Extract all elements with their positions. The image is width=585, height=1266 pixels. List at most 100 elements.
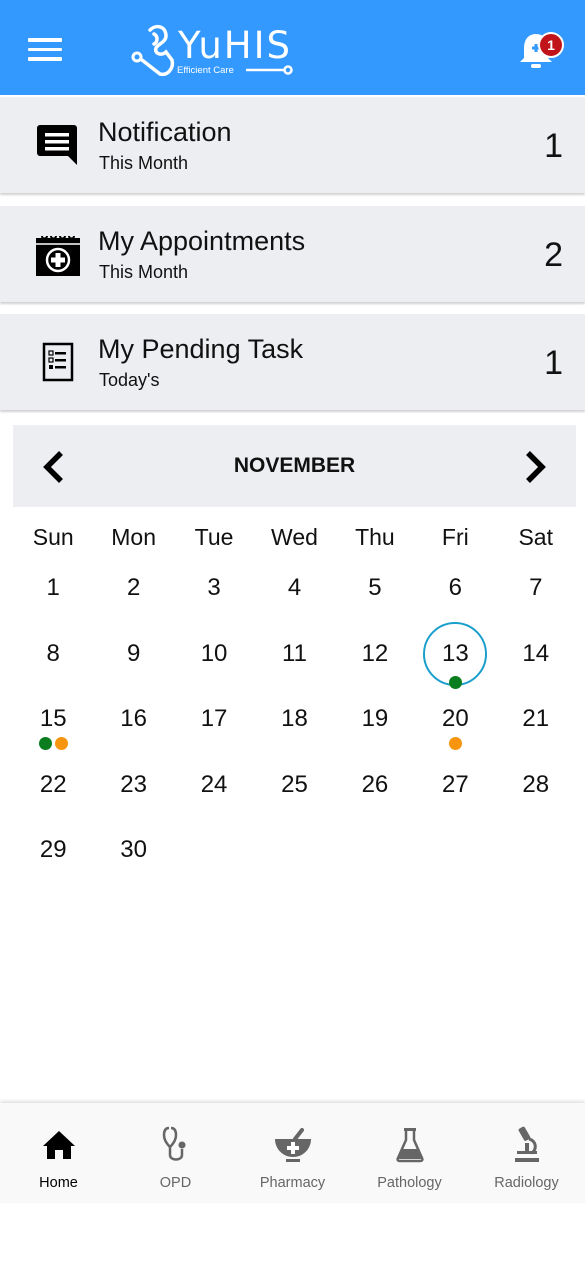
- card-count: 1: [544, 127, 563, 165]
- day-number: 10: [200, 639, 228, 667]
- calendar-day[interactable]: 10: [174, 629, 254, 689]
- calendar-day[interactable]: 25: [254, 760, 334, 820]
- calendar-day[interactable]: 5: [335, 563, 415, 623]
- calendar-month-label: NOVEMBER: [233, 454, 356, 477]
- calendar-day[interactable]: 7: [496, 563, 576, 623]
- microscope-icon: [514, 1126, 539, 1162]
- day-number: 29: [39, 836, 67, 863]
- card-title: My Pending Task: [98, 334, 304, 364]
- day-number: 8: [46, 639, 60, 667]
- chevron-right-icon: [526, 451, 546, 483]
- calendar-day[interactable]: 2: [93, 563, 173, 623]
- day-number: 13: [442, 639, 469, 667]
- app-tagline: Efficient Care: [177, 65, 234, 76]
- notification-count-badge: 1: [538, 32, 564, 58]
- calendar-day[interactable]: 12: [335, 629, 415, 689]
- nav-label: Pathology: [377, 1175, 442, 1191]
- weekday-label: Thu: [355, 524, 395, 550]
- calendar-plus-icon: [36, 235, 80, 276]
- calendar-day[interactable]: 29: [13, 825, 93, 885]
- event-dot-orange: [54, 737, 68, 750]
- day-number: 19: [361, 705, 389, 732]
- mortar-pestle-icon: [274, 1128, 311, 1162]
- notification-card[interactable]: Notification This Month 1: [0, 97, 585, 193]
- day-number: 18: [281, 705, 308, 732]
- day-number: 2: [126, 574, 141, 601]
- calendar-day[interactable]: 30: [93, 825, 173, 885]
- calendar-day[interactable]: 6: [415, 563, 495, 623]
- card-title: Notification: [98, 117, 232, 147]
- calendar-day[interactable]: 4: [254, 563, 334, 623]
- day-number: 17: [200, 705, 228, 732]
- nav-label: OPD: [159, 1175, 192, 1191]
- app-name: YuHIS: [178, 24, 293, 67]
- weekday-label: Wed: [271, 524, 318, 550]
- calendar-day[interactable]: 26: [335, 760, 415, 820]
- calendar-day[interactable]: 22: [13, 760, 93, 820]
- calendar-day[interactable]: 27: [415, 760, 495, 820]
- next-month-button[interactable]: [520, 449, 550, 485]
- flask-icon: [395, 1128, 424, 1163]
- calendar-day[interactable]: 11: [254, 629, 334, 689]
- calendar-day[interactable]: 21: [496, 694, 576, 754]
- day-number: 22: [39, 770, 67, 798]
- day-number: 26: [361, 770, 389, 798]
- calendar-header: NOVEMBER: [13, 425, 576, 507]
- day-number: 9: [126, 639, 141, 667]
- event-dots: [13, 737, 93, 750]
- calendar-day[interactable]: 19: [335, 694, 415, 754]
- nav-pathology[interactable]: Pathology: [351, 1103, 468, 1203]
- weekday-label: Fri: [441, 524, 469, 550]
- nav-opd[interactable]: OPD: [117, 1103, 234, 1203]
- pending-task-card[interactable]: My Pending Task Today's 1: [0, 314, 585, 410]
- weekday-row: Sun Mon Tue Wed Thu Fri Sat: [13, 524, 576, 551]
- app-logo: YuHIS Efficient Care: [128, 22, 298, 80]
- event-dot-green: [448, 675, 462, 689]
- calendar-day[interactable]: 14: [496, 629, 576, 689]
- calendar-day[interactable]: 24: [174, 760, 254, 820]
- calendar-day[interactable]: 16: [93, 694, 173, 754]
- nav-label: Home: [39, 1175, 78, 1191]
- day-number: 21: [522, 705, 550, 732]
- hamburger-menu-icon[interactable]: [28, 38, 64, 62]
- day-number: 3: [207, 574, 221, 601]
- card-count: 2: [544, 236, 563, 274]
- calendar-day[interactable]: 18: [254, 694, 334, 754]
- calendar-day[interactable]: 9: [93, 629, 173, 689]
- day-number: 1: [46, 574, 60, 601]
- nav-label: Pharmacy: [259, 1175, 326, 1191]
- card-subtitle: This Month: [99, 153, 189, 173]
- calendar-day[interactable]: 1: [13, 563, 93, 623]
- tagline-line-icon: [246, 65, 293, 75]
- app-header: YuHIS Efficient Care 1: [0, 0, 585, 95]
- calendar-day[interactable]: 28: [496, 760, 576, 820]
- appointments-card[interactable]: My Appointments This Month 2: [0, 206, 585, 302]
- nav-label: Radiology: [494, 1175, 559, 1191]
- calendar-day[interactable]: 8: [13, 629, 93, 689]
- weekday-label: Mon: [111, 524, 156, 550]
- calendar-day[interactable]: 17: [174, 694, 254, 754]
- weekday-label: Sun: [32, 524, 74, 550]
- day-number: 27: [442, 770, 469, 798]
- event-dots: [415, 675, 495, 689]
- day-number: 4: [287, 574, 302, 601]
- day-number: 16: [120, 705, 147, 732]
- nav-pharmacy[interactable]: Pharmacy: [234, 1103, 351, 1203]
- calendar-day-selected[interactable]: 13: [415, 621, 495, 689]
- nav-home[interactable]: Home: [0, 1103, 117, 1203]
- bottom-navigation: Home OPD Pharmacy Pathology Radiology: [0, 1103, 585, 1203]
- checklist-icon: [42, 342, 74, 382]
- card-count: 1: [544, 344, 563, 382]
- event-dots: [415, 737, 495, 750]
- nav-radiology[interactable]: Radiology: [468, 1103, 585, 1203]
- calendar-day[interactable]: 3: [174, 563, 254, 623]
- calendar-day[interactable]: 23: [93, 760, 173, 820]
- stethoscope-icon: [162, 1126, 185, 1161]
- calendar-day[interactable]: 20: [415, 694, 495, 754]
- message-icon: [37, 125, 77, 165]
- calendar-day[interactable]: 15: [13, 694, 93, 754]
- day-number: 23: [120, 770, 147, 798]
- day-number: 11: [282, 639, 307, 667]
- day-number: 5: [368, 574, 382, 601]
- day-number: 28: [522, 770, 550, 798]
